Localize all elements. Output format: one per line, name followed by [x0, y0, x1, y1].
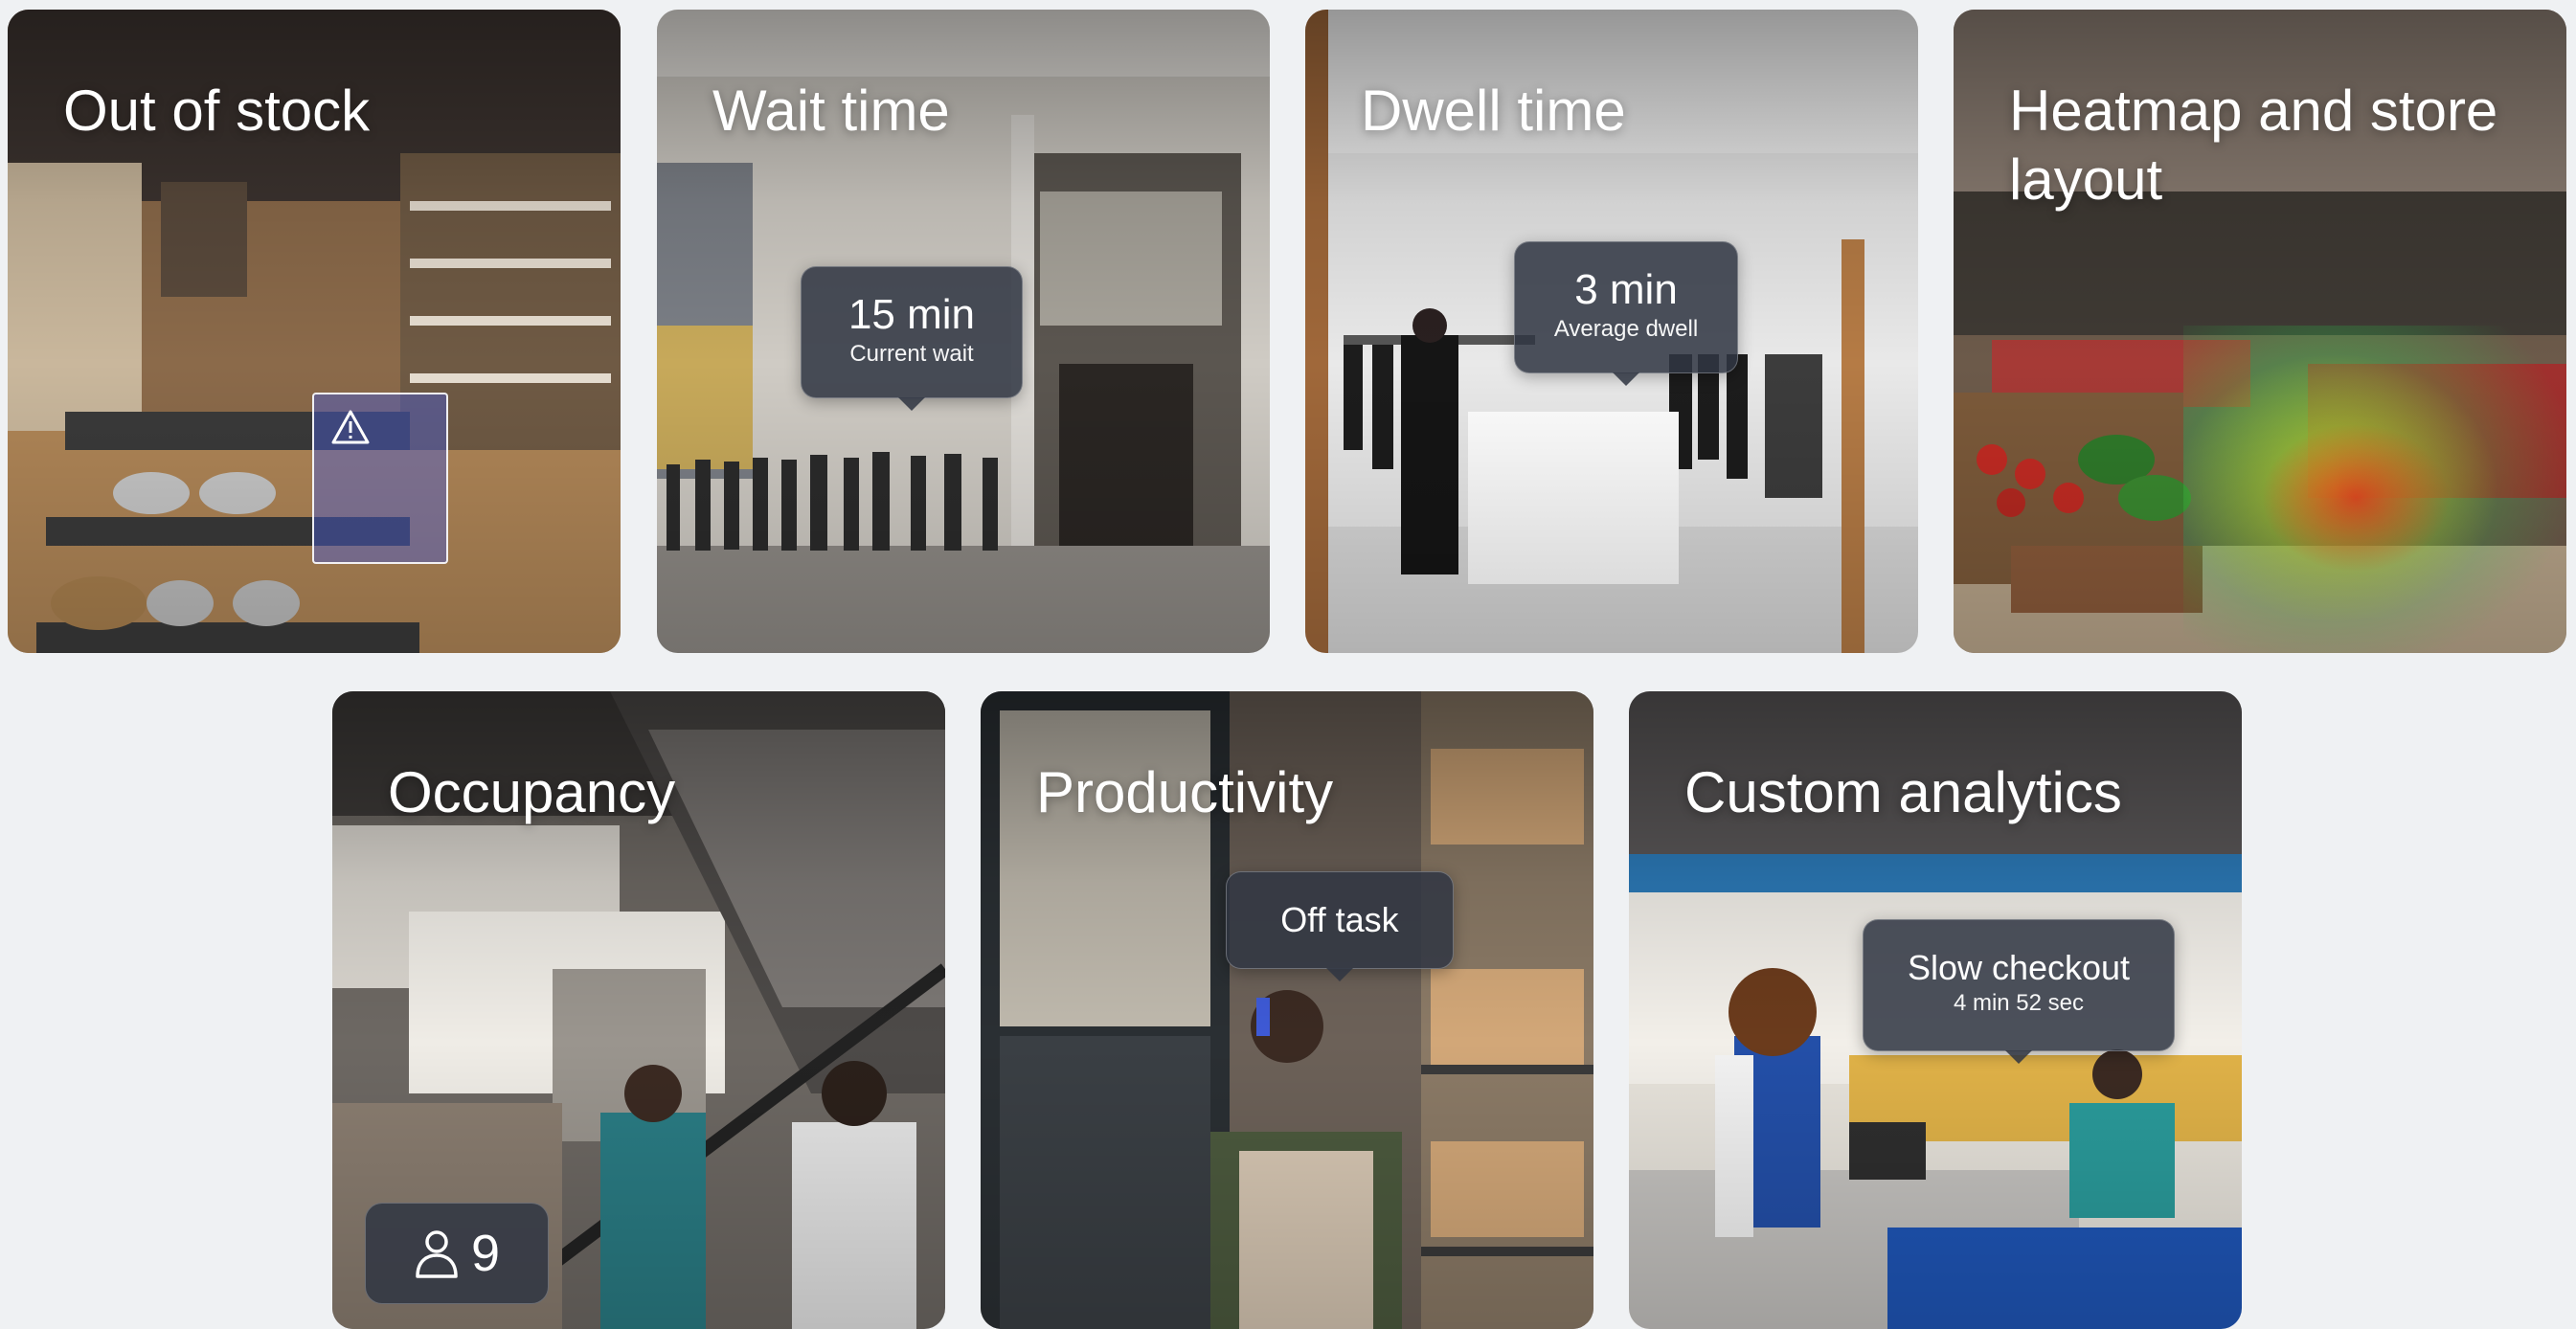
wait-time-caption: Current wait — [849, 341, 974, 367]
card-title: Dwell time — [1361, 79, 1626, 143]
dwell-time-bubble: 3 min Average dwell — [1514, 241, 1738, 386]
card-title: Custom analytics — [1684, 760, 2122, 824]
productivity-status: Off task — [1280, 900, 1399, 939]
custom-analytics-caption: 4 min 52 sec — [1953, 990, 2085, 1016]
card-title: Heatmap and store layout — [2009, 79, 2498, 212]
warning-icon — [331, 410, 370, 444]
custom-analytics-bubble: Slow checkout 4 min 52 sec — [1863, 919, 2175, 1064]
card-custom-analytics[interactable]: Custom analytics Slow checkout 4 min 52 … — [1629, 691, 2242, 1329]
card-dwell-time[interactable]: Dwell time 3 min Average dwell — [1305, 10, 1918, 653]
card-heatmap[interactable]: Heatmap and store layout — [1954, 10, 2566, 653]
card-productivity[interactable]: Productivity Off task — [981, 691, 1593, 1329]
wait-time-bubble: 15 min Current wait — [801, 266, 1023, 411]
card-out-of-stock[interactable]: Out of stock — [8, 10, 621, 653]
dwell-time-caption: Average dwell — [1553, 316, 1699, 342]
occupancy-count-value: 9 — [470, 1225, 501, 1282]
card-title: Out of stock — [63, 79, 371, 143]
person-icon — [416, 1230, 458, 1278]
card-occupancy[interactable]: Occupancy 9 — [332, 691, 945, 1329]
card-title: Productivity — [1036, 760, 1334, 824]
productivity-bubble: Off task — [1226, 871, 1454, 981]
custom-analytics-label: Slow checkout — [1907, 948, 2131, 987]
out-of-stock-detection-box — [312, 393, 448, 564]
occupancy-count-badge: 9 — [365, 1203, 549, 1304]
dwell-time-value: 3 min — [1574, 266, 1678, 313]
card-title: Occupancy — [388, 760, 676, 824]
card-title: Wait time — [712, 79, 950, 143]
card-wait-time[interactable]: Wait time 15 min Current wait — [657, 10, 1270, 653]
wait-time-value: 15 min — [847, 291, 976, 338]
